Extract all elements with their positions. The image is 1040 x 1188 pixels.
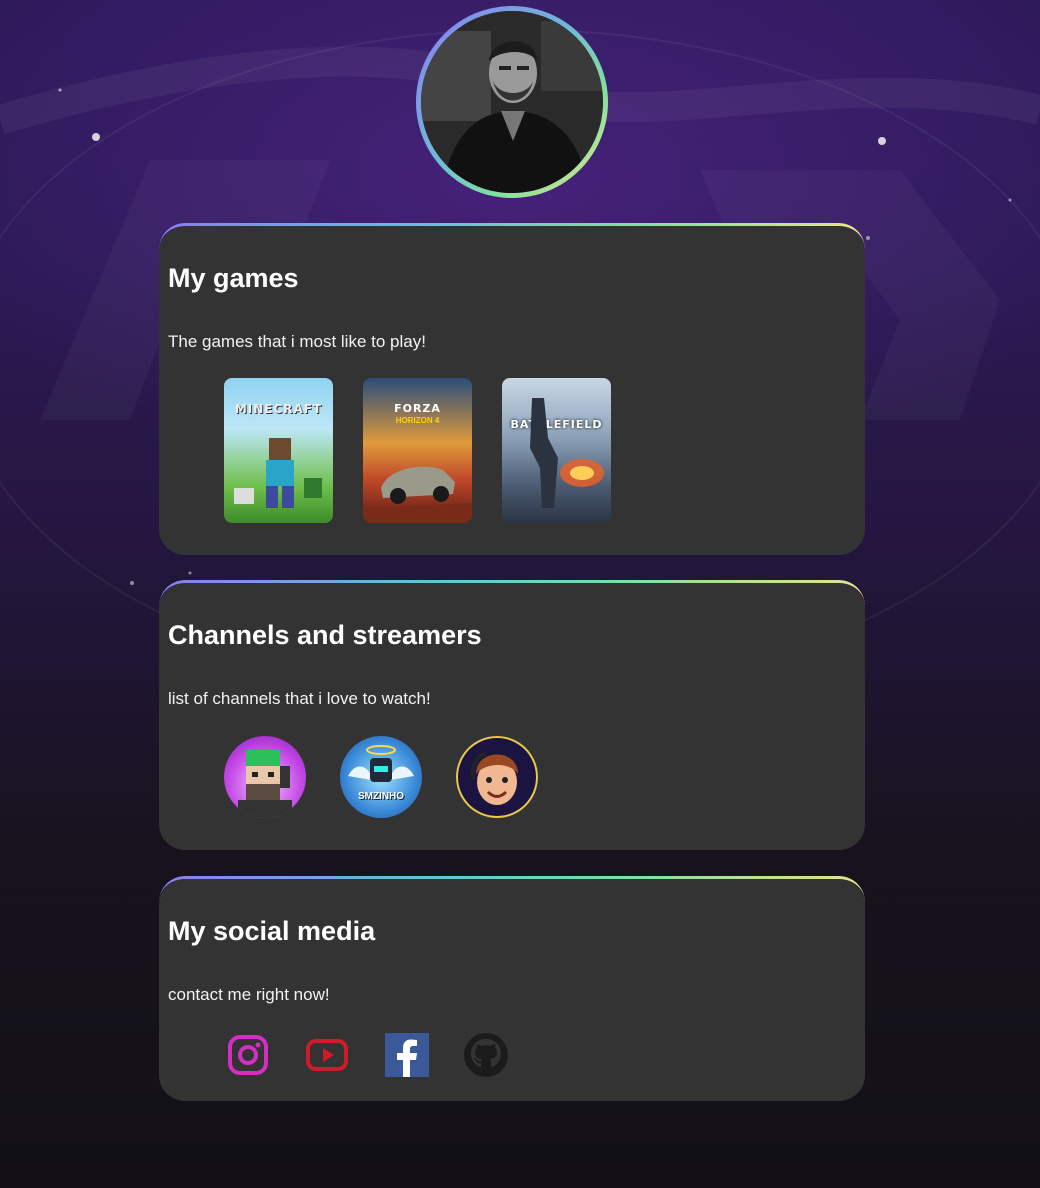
instagram-link[interactable] xyxy=(224,1031,272,1079)
games-section-title: My games xyxy=(168,263,299,293)
github-icon xyxy=(464,1033,508,1077)
facebook-icon xyxy=(385,1033,429,1077)
channel-label-art: SMZINHO xyxy=(357,791,405,802)
channel-avatar-1[interactable] xyxy=(224,736,306,818)
instagram-icon xyxy=(228,1035,268,1075)
facebook-link[interactable] xyxy=(383,1031,431,1079)
forza-cover-icon xyxy=(363,466,472,523)
channel-avatar-1-icon xyxy=(238,750,292,818)
game-cover-forza[interactable]: FORZA HORIZON 4 xyxy=(363,378,472,523)
youtube-link[interactable] xyxy=(303,1031,351,1079)
channels-section-subtitle: list of channels that i love to watch! xyxy=(168,689,431,708)
youtube-icon xyxy=(306,1039,348,1071)
battlefield-cover-icon xyxy=(530,398,604,508)
social-card: My social media contact me right now! xyxy=(159,879,865,1101)
minecraft-cover-icon xyxy=(234,438,322,508)
game-cover-minecraft[interactable]: MINECRAFT xyxy=(224,378,333,523)
profile-avatar-ring xyxy=(416,6,608,198)
github-link[interactable] xyxy=(462,1031,510,1079)
game-cover-battlefield[interactable]: BATTLEFIELD xyxy=(502,378,611,523)
social-section-title: My social media xyxy=(168,916,376,946)
channel-avatar-2[interactable]: SMZINHO xyxy=(340,736,422,818)
social-section-subtitle: contact me right now! xyxy=(168,985,330,1004)
channels-section-title: Channels and streamers xyxy=(168,620,482,650)
profile-photo xyxy=(421,11,603,193)
channel-avatar-3-icon xyxy=(471,752,518,805)
games-section-subtitle: The games that i most like to play! xyxy=(168,332,426,351)
games-card: My games The games that i most like to p… xyxy=(159,226,865,555)
channels-card: Channels and streamers list of channels … xyxy=(159,583,865,850)
channel-avatar-3[interactable] xyxy=(456,736,538,818)
channel-avatar-2-icon xyxy=(348,745,414,782)
avatar[interactable] xyxy=(421,11,603,193)
